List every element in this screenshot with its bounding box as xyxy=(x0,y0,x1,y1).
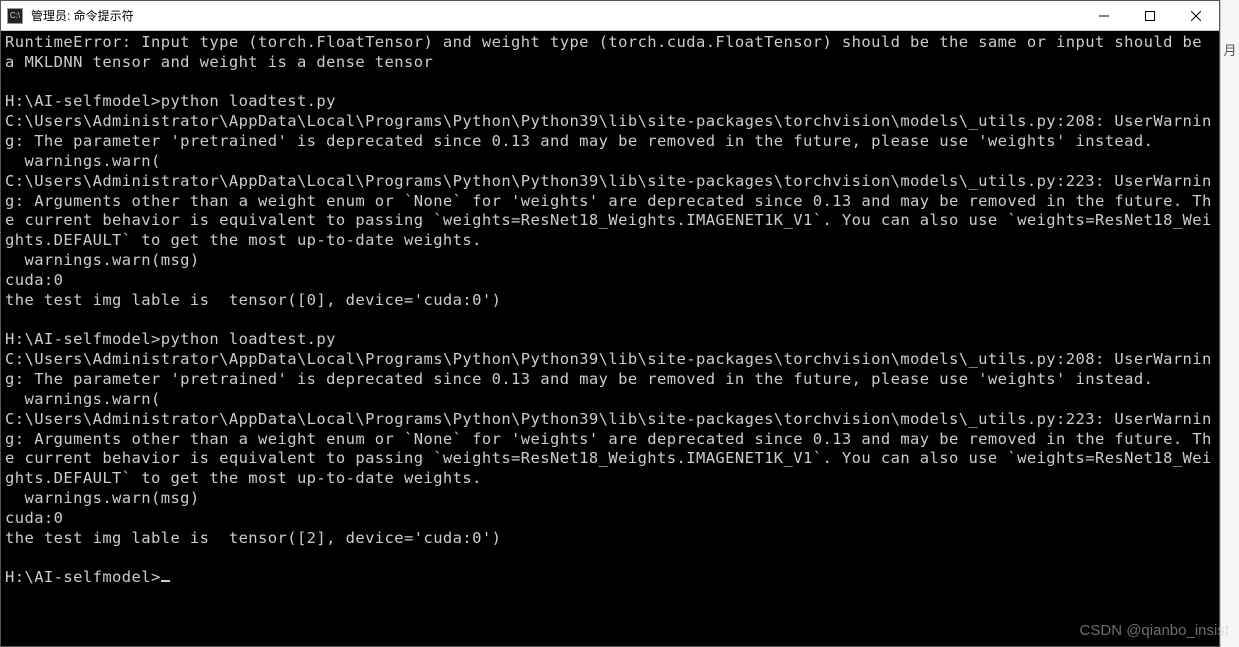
minimize-icon xyxy=(1099,11,1109,21)
terminal-line: C:\Users\Administrator\AppData\Local\Pro… xyxy=(5,410,1212,487)
window-controls xyxy=(1081,1,1219,30)
terminal-line: C:\Users\Administrator\AppData\Local\Pro… xyxy=(5,350,1212,388)
terminal-line: H:\AI-selfmodel> xyxy=(5,568,161,586)
terminal-line: warnings.warn( xyxy=(5,390,161,408)
terminal-line: warnings.warn( xyxy=(5,152,161,170)
adjacent-panel-edge: 月 xyxy=(1220,0,1239,647)
terminal-line: the test img lable is tensor([2], device… xyxy=(5,529,501,547)
maximize-button[interactable] xyxy=(1127,1,1173,30)
maximize-icon xyxy=(1145,11,1155,21)
close-icon xyxy=(1191,11,1201,21)
terminal-line: H:\AI-selfmodel>python loadtest.py xyxy=(5,330,336,348)
app-icon: C:\ xyxy=(7,8,23,24)
terminal-line: the test img lable is tensor([0], device… xyxy=(5,291,501,309)
window-title: 管理员: 命令提示符 xyxy=(31,7,1081,24)
minimize-button[interactable] xyxy=(1081,1,1127,30)
terminal-line: RuntimeError: Input type (torch.FloatTen… xyxy=(5,33,1212,71)
terminal-line: H:\AI-selfmodel>python loadtest.py xyxy=(5,92,336,110)
terminal-line: C:\Users\Administrator\AppData\Local\Pro… xyxy=(5,112,1212,150)
terminal-line: warnings.warn(msg) xyxy=(5,489,200,507)
terminal-line: cuda:0 xyxy=(5,271,63,289)
cursor xyxy=(161,580,170,582)
terminal-line: cuda:0 xyxy=(5,509,63,527)
titlebar[interactable]: C:\ 管理员: 命令提示符 xyxy=(1,1,1219,31)
terminal-output[interactable]: RuntimeError: Input type (torch.FloatTen… xyxy=(1,31,1219,646)
terminal-line: warnings.warn(msg) xyxy=(5,251,200,269)
terminal-line: C:\Users\Administrator\AppData\Local\Pro… xyxy=(5,172,1212,249)
command-prompt-window: C:\ 管理员: 命令提示符 RuntimeError: Input type … xyxy=(0,0,1220,647)
close-button[interactable] xyxy=(1173,1,1219,30)
